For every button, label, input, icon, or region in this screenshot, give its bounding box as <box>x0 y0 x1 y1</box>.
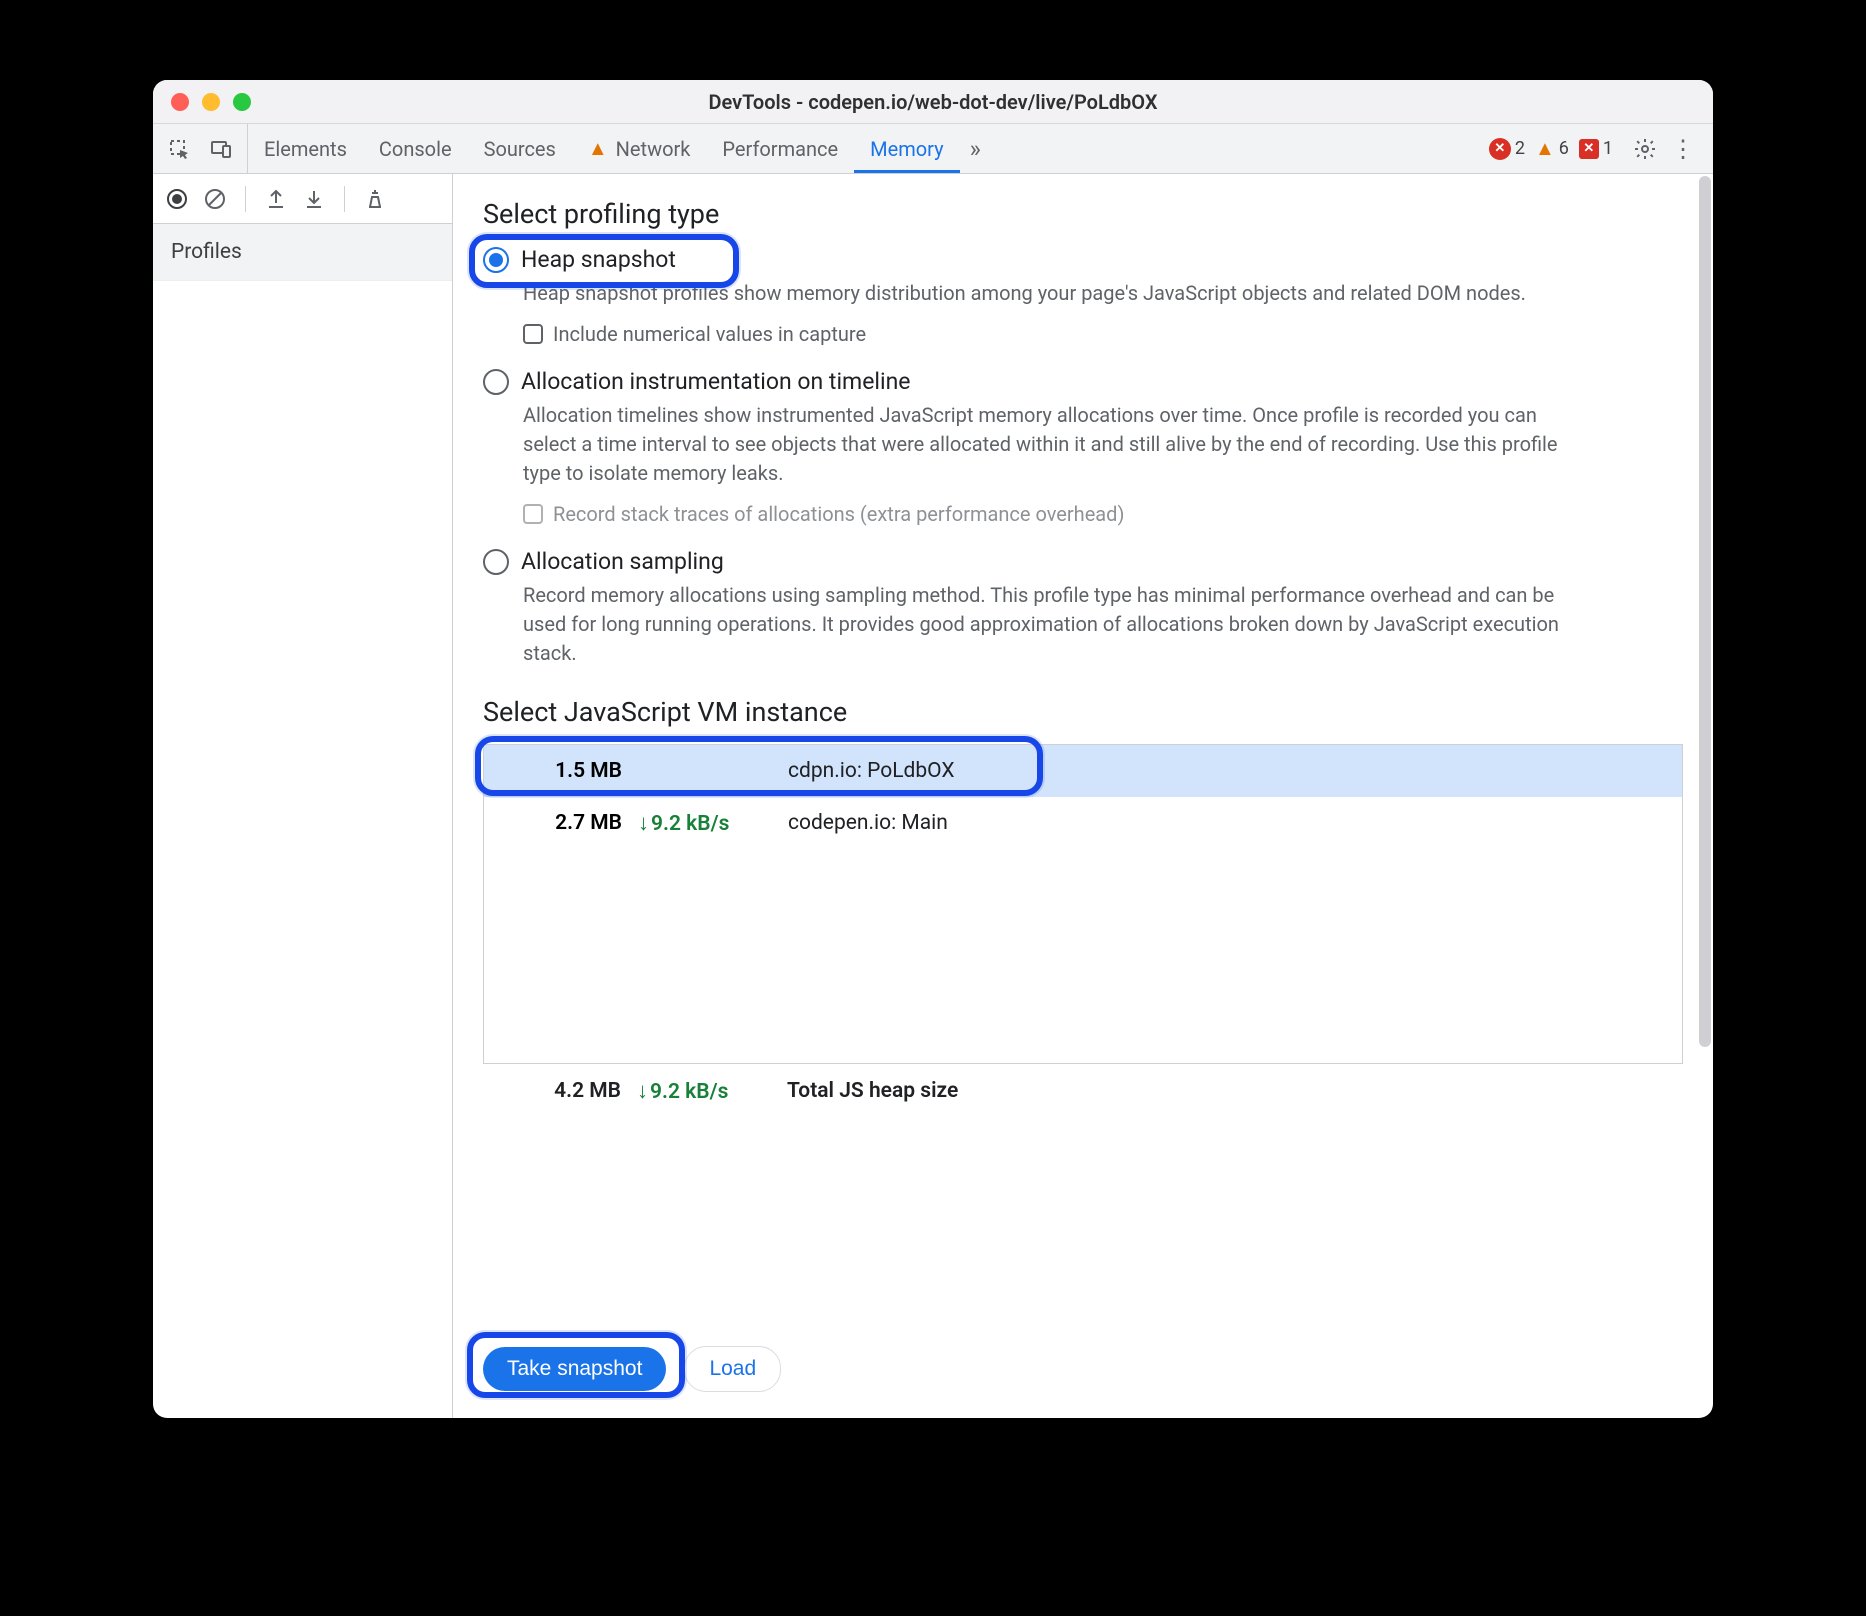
warning-icon: ▲ <box>588 136 608 161</box>
checkbox-label: Record stack traces of allocations (extr… <box>553 502 1124 526</box>
vm-size: 1.5 MB <box>508 759 638 783</box>
device-toolbar-icon[interactable] <box>209 137 233 161</box>
vm-row[interactable]: 1.5 MB cdpn.io: PoLdbOX <box>484 745 1682 797</box>
vm-name: cdpn.io: PoLdbOX <box>788 759 1658 783</box>
maximize-window-button[interactable] <box>233 93 251 111</box>
clear-icon[interactable] <box>203 187 227 211</box>
memory-panel: Select profiling type Heap snapshot Heap… <box>453 174 1713 1418</box>
error-icon: ✕ <box>1489 138 1511 160</box>
sidebar-item-profiles[interactable]: Profiles <box>153 224 452 281</box>
devtools-window: DevTools - codepen.io/web-dot-dev/live/P… <box>153 80 1713 1418</box>
vm-name: codepen.io: Main <box>788 811 1658 835</box>
window-controls <box>153 93 251 111</box>
down-arrow-icon: ↓ <box>637 1079 648 1104</box>
titlebar: DevTools - codepen.io/web-dot-dev/live/P… <box>153 80 1713 124</box>
radio-label-allocation-timeline[interactable]: Allocation instrumentation on timeline <box>521 368 911 395</box>
upload-icon[interactable] <box>264 187 288 211</box>
vm-total-row: 4.2 MB ↓9.2 kB/s Total JS heap size <box>483 1064 1683 1108</box>
devtools-tabbar: Elements Console Sources ▲Network Perfor… <box>153 124 1713 174</box>
settings-icon[interactable] <box>1633 137 1657 161</box>
allocation-sampling-description: Record memory allocations using sampling… <box>523 581 1573 668</box>
profiles-sidebar: Profiles <box>153 174 453 1418</box>
radio-label-heap-snapshot[interactable]: Heap snapshot <box>521 246 676 273</box>
record-icon[interactable] <box>165 187 189 211</box>
down-arrow-icon: ↓ <box>638 811 649 836</box>
tab-elements[interactable]: Elements <box>248 124 363 173</box>
heap-snapshot-description: Heap snapshot profiles show memory distr… <box>523 279 1573 308</box>
warnings-indicator[interactable]: ▲ 6 <box>1535 136 1569 161</box>
window-title: DevTools - codepen.io/web-dot-dev/live/P… <box>153 90 1713 114</box>
vm-size: 2.7 MB <box>508 811 638 835</box>
blocked-icon: ✕ <box>1579 139 1599 159</box>
minimize-window-button[interactable] <box>202 93 220 111</box>
vm-row[interactable]: 2.7 MB ↓9.2 kB/s codepen.io: Main <box>484 797 1682 849</box>
scrollbar[interactable] <box>1699 176 1711 1047</box>
download-icon[interactable] <box>302 187 326 211</box>
checkbox-label: Include numerical values in capture <box>553 322 866 346</box>
vm-rate: ↓9.2 kB/s <box>638 810 788 836</box>
collect-garbage-icon[interactable] <box>363 187 387 211</box>
tab-performance[interactable]: Performance <box>706 124 854 173</box>
tab-memory[interactable]: Memory <box>854 124 959 173</box>
more-tabs-button[interactable]: » <box>960 124 991 173</box>
load-button[interactable]: Load <box>684 1346 781 1392</box>
vm-instance-table: 1.5 MB cdpn.io: PoLdbOX 2.7 MB ↓9.2 kB/s… <box>483 744 1683 1064</box>
checkbox-record-stack-traces <box>523 504 543 524</box>
checkbox-include-numerical[interactable] <box>523 324 543 344</box>
radio-label-allocation-sampling[interactable]: Allocation sampling <box>521 548 724 575</box>
warning-icon: ▲ <box>1535 136 1555 161</box>
tab-network[interactable]: ▲Network <box>572 124 707 173</box>
radio-allocation-timeline[interactable] <box>483 369 509 395</box>
radio-heap-snapshot[interactable] <box>483 247 509 273</box>
inspect-icon[interactable] <box>167 137 191 161</box>
select-vm-heading: Select JavaScript VM instance <box>483 696 1683 728</box>
radio-allocation-sampling[interactable] <box>483 549 509 575</box>
blocked-indicator[interactable]: ✕ 1 <box>1579 138 1613 159</box>
close-window-button[interactable] <box>171 93 189 111</box>
errors-indicator[interactable]: ✕ 2 <box>1489 138 1525 160</box>
take-snapshot-button[interactable]: Take snapshot <box>483 1347 666 1391</box>
select-profiling-type-heading: Select profiling type <box>483 198 1683 230</box>
allocation-timeline-description: Allocation timelines show instrumented J… <box>523 401 1573 488</box>
tab-console[interactable]: Console <box>363 124 468 173</box>
tab-sources[interactable]: Sources <box>468 124 572 173</box>
kebab-menu-icon[interactable]: ⋮ <box>1667 135 1699 163</box>
